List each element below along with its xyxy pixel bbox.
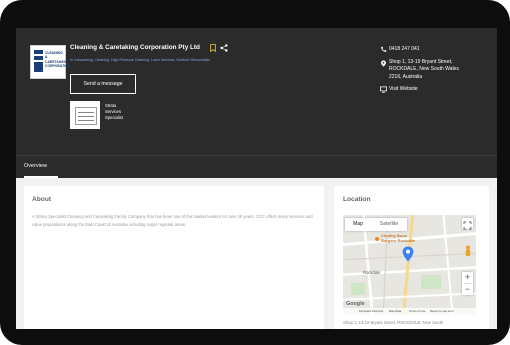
logo-stripe	[34, 50, 43, 54]
location-heading: Location	[343, 196, 371, 203]
logo-text-line: CORPORATION	[45, 64, 71, 69]
share-icon[interactable]	[220, 44, 228, 52]
terms-link[interactable]: Terms of Use	[409, 308, 425, 315]
zoom-out-button[interactable]: −	[462, 284, 473, 295]
phone-icon	[381, 46, 387, 52]
device-frame: CLEANING & CARETAKING CORPORATION Cleani…	[0, 0, 510, 345]
map-type-toggle: Map Satellite	[345, 218, 407, 231]
google-logo: Google	[346, 301, 365, 307]
browser-screen: CLEANING & CARETAKING CORPORATION Cleani…	[16, 28, 497, 329]
fullscreen-button[interactable]	[462, 218, 473, 230]
poi-label: Chubby Buns Burgers Rockdale	[381, 233, 416, 243]
bookmark-icon[interactable]	[210, 44, 216, 52]
about-panel	[24, 186, 324, 329]
logo-stripe	[34, 56, 43, 60]
strata-specialist-badge	[70, 101, 100, 129]
specialist-line: Specialist	[105, 115, 123, 120]
about-heading: About	[32, 196, 52, 203]
fullscreen-icon	[463, 221, 472, 230]
zoom-controls: + −	[462, 272, 473, 295]
keyboard-shortcuts-link[interactable]: Keyboard shortcuts	[359, 308, 383, 315]
report-error-link[interactable]: Report a map error	[430, 308, 454, 315]
address-line: ROCKDALE, New South Wales	[389, 66, 459, 73]
specialist-label: Strata Services Specialist	[105, 103, 123, 121]
satellite-tab[interactable]: Satellite	[371, 218, 407, 231]
station-label: Rockdale	[363, 270, 381, 275]
address-line: Shop 1, 13-19 Bryant Street,	[389, 59, 453, 65]
google-map[interactable]: Map Satellite Chubby Buns Burgers Rockda…	[343, 215, 476, 315]
about-text: A Strata Specialist Cleaning and Caretak…	[32, 214, 313, 227]
badge-emblem	[75, 107, 97, 125]
visit-website-link[interactable]: Visit Website	[389, 86, 418, 92]
location-address: Shop 1, 13-19 Bryant Street, ROCKDALE, N…	[343, 320, 444, 325]
restaurant-marker-icon	[375, 237, 379, 241]
tab-overview[interactable]: Overview	[24, 163, 47, 169]
phone-number[interactable]: 0418 247 041	[389, 46, 420, 52]
logo-stripe	[34, 62, 43, 72]
map-data-link[interactable]: Map Data	[389, 308, 401, 315]
address-line: 2216, Australia	[389, 73, 423, 80]
map-footer: Keyboard shortcuts Map Data Terms of Use…	[343, 308, 476, 315]
pegman-icon[interactable]	[464, 245, 472, 258]
map-pin-icon[interactable]	[402, 246, 414, 262]
location-pin-icon	[381, 60, 386, 67]
business-name: Cleaning & Caretaking Corporation Pty Lt…	[70, 44, 200, 51]
logo-text: CLEANING & CARETAKING CORPORATION	[45, 51, 71, 69]
tab-bar: Overview	[16, 155, 497, 179]
logo-text-line: CLEANING &	[45, 51, 63, 60]
category-links[interactable]: In Carwashing, Cleaning, High Pressure C…	[70, 58, 210, 62]
send-message-button[interactable]: Send a message	[70, 74, 136, 94]
map-tab[interactable]: Map	[345, 218, 371, 231]
business-address: Shop 1, 13-19 Bryant Street, ROCKDALE, N…	[389, 59, 459, 81]
business-header: CLEANING & CARETAKING CORPORATION Cleani…	[16, 28, 497, 155]
zoom-in-button[interactable]: +	[462, 272, 473, 283]
monitor-icon	[380, 86, 387, 93]
business-logo: CLEANING & CARETAKING CORPORATION	[30, 45, 71, 79]
